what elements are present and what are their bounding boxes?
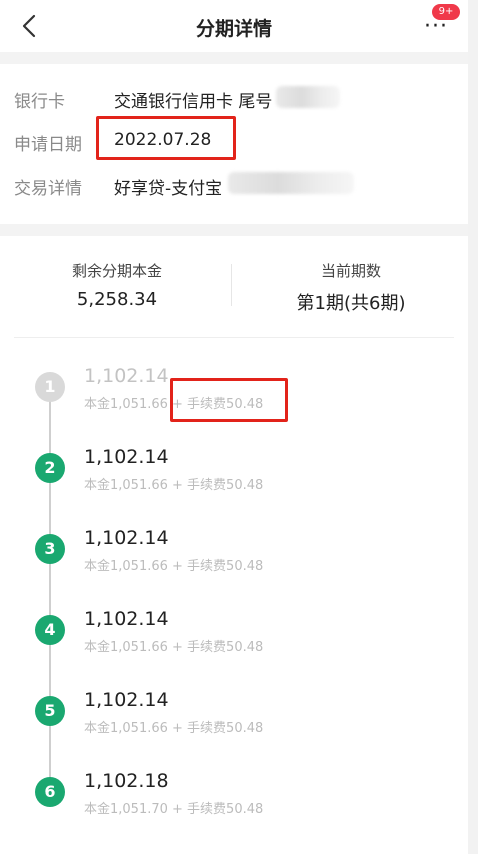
page-title: 分期详情: [195, 18, 272, 40]
period-amount: 1,102.14: [84, 446, 169, 468]
highlight-box-fee: [170, 378, 288, 422]
period-amount: 1,102.14: [84, 608, 169, 630]
remaining-principal: 剩余分期本金 5,258.34: [0, 260, 234, 310]
remaining-principal-value: 5,258.34: [76, 289, 158, 310]
highlight-box-date: [96, 116, 236, 160]
scroll-edge: [468, 0, 478, 854]
period-number-badge: 3: [35, 534, 65, 564]
bank-card-value: 交通银行信用卡 尾号: [114, 92, 273, 112]
period-amount: 1,102.14: [84, 527, 169, 549]
period-amount: 1,102.18: [84, 770, 169, 792]
current-period-value: 第1期(共6期): [296, 293, 406, 314]
transaction-value: 好享贷-支付宝: [114, 179, 223, 199]
apply-date-label: 申请日期: [14, 135, 82, 155]
period-breakdown: 本金1,051.66 + 手续费50.48: [84, 721, 264, 736]
notification-badge: 9+: [432, 4, 460, 20]
period-breakdown: 本金1,051.66 + 手续费50.48: [84, 478, 264, 493]
current-period: 当前期数 第1期(共6期): [234, 260, 468, 315]
section-divider: [0, 52, 468, 64]
section-divider: [0, 224, 468, 236]
period-number-badge: 4: [35, 615, 65, 645]
summary-bottom-line: [14, 337, 454, 338]
masked-card-number: [276, 86, 340, 108]
remaining-principal-label: 剩余分期本金: [71, 262, 162, 280]
masked-transaction-detail: [228, 172, 354, 194]
period-number-badge: 2: [35, 453, 65, 483]
transaction-label: 交易详情: [14, 179, 82, 199]
top-nav-bar: 分期详情 ··· 9+: [0, 0, 468, 52]
period-breakdown: 本金1,051.70 + 手续费50.48: [84, 802, 264, 817]
period-number-badge: 1: [35, 372, 65, 402]
period-breakdown: 本金1,051.66 + 手续费50.48: [84, 559, 264, 574]
installment-summary: 剩余分期本金 5,258.34 当前期数 第1期(共6期): [0, 236, 468, 336]
timeline-line: [49, 386, 51, 794]
summary-separator: [231, 264, 232, 306]
period-amount: 1,102.14: [84, 365, 169, 387]
period-breakdown: 本金1,051.66 + 手续费50.48: [84, 640, 264, 655]
period-amount: 1,102.14: [84, 689, 169, 711]
more-menu-button[interactable]: ··· 9+: [418, 4, 462, 40]
installment-detail-page: 分期详情 ··· 9+ 银行卡 交通银行信用卡 尾号 申请日期 2022.07.…: [0, 0, 468, 854]
period-number-badge: 6: [35, 777, 65, 807]
current-period-label: 当前期数: [320, 262, 381, 280]
bank-card-label: 银行卡: [14, 92, 65, 112]
more-dots-icon: ···: [424, 14, 448, 39]
period-number-badge: 5: [35, 696, 65, 726]
